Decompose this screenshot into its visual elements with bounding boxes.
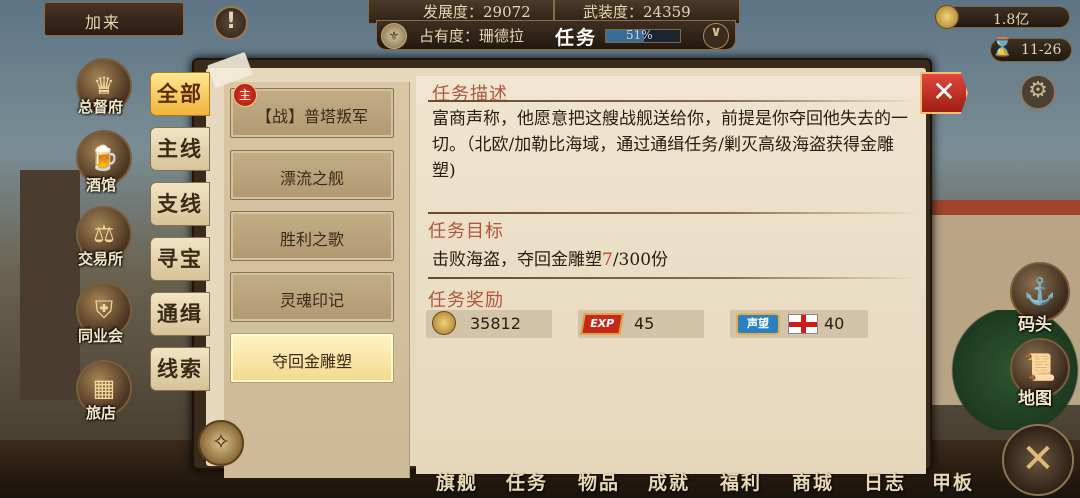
goal-top-divider — [428, 212, 918, 214]
nav-flagship[interactable]: 旗舰 — [436, 468, 478, 495]
tab-side[interactable]: 支线 — [150, 182, 210, 226]
goal-current: 7 — [602, 250, 613, 270]
reward-gold: 35812 — [426, 310, 552, 338]
quest-label: 灵魂印记 — [279, 291, 344, 310]
armament-stat: 武装度：24359 — [583, 3, 691, 21]
tab-main[interactable]: 主线 — [150, 127, 210, 171]
goal-total: /300份 — [612, 250, 669, 270]
compass-icon: ✧ — [198, 420, 244, 466]
tab-wanted[interactable]: 通缉 — [150, 292, 210, 336]
england-flag-icon — [788, 314, 818, 334]
description-title: 任务描述 — [432, 84, 508, 105]
quest-label: 胜利之歌 — [279, 230, 344, 249]
chevron-down-icon[interactable]: ∨ — [703, 23, 729, 49]
nav-items[interactable]: 物品 — [578, 468, 620, 495]
date-box: ⌛ 11-26 — [990, 37, 1072, 62]
guild-label: 同业会 — [78, 327, 124, 345]
city-emblem-icon: ⚜ — [381, 23, 407, 49]
reward-exp: EXP 45 — [578, 310, 704, 338]
exp-icon: EXP — [580, 313, 624, 335]
occupancy-progress: 51% — [605, 28, 681, 43]
quest-item[interactable]: 胜利之歌 — [230, 211, 394, 261]
alert-icon[interactable]: ! — [214, 6, 248, 40]
close-icon[interactable]: ✕ — [920, 72, 968, 114]
map-label: 地图 — [1018, 389, 1052, 409]
building-left — [20, 170, 80, 400]
gold-amount: 1.8亿 — [993, 12, 1030, 28]
nav-log[interactable]: 日志 — [864, 468, 906, 495]
quest-item-selected[interactable]: 夺回金雕塑 — [230, 333, 394, 383]
date-text: 11-26 — [1021, 42, 1062, 58]
description-text: 富商声称，他愿意把这艘战舰送给你，前提是你夺回他失去的一切。（北欧/加勒比海域，… — [432, 109, 908, 181]
goal-text: 击败海盗，夺回金雕塑7/300份 — [432, 245, 668, 270]
quest-item[interactable]: 灵魂印记 — [230, 272, 394, 322]
player-name-box[interactable]: 加来 — [44, 2, 184, 36]
quest-item[interactable]: 主 【战】普塔叛军 — [230, 83, 394, 138]
nav-welfare[interactable]: 福利 — [720, 468, 762, 495]
gold-counter[interactable]: 1.8亿 — [935, 5, 1070, 29]
reward-title: 任务奖励 — [428, 290, 504, 311]
nav-shop[interactable]: 商城 — [792, 468, 834, 495]
quest-label: 漂流之舰 — [279, 169, 344, 188]
reward-exp-value: 45 — [634, 314, 655, 333]
nav-deck[interactable]: 甲板 — [932, 468, 974, 495]
panel-title: 任务 — [555, 27, 598, 49]
gear-icon[interactable]: ⚙ — [1020, 74, 1056, 110]
quest-label: 夺回金雕塑 — [271, 352, 352, 371]
quest-label: 【战】普塔叛军 — [255, 107, 368, 126]
dock-label: 码头 — [1018, 315, 1052, 335]
bottom-nav: 旗舰 任务 物品 成就 福利 商城 日志 甲板 — [420, 468, 990, 498]
swords-menu-button[interactable]: ✕ — [1002, 424, 1074, 496]
reward-fame-value: 40 — [824, 314, 845, 333]
hourglass-icon: ⌛ — [991, 37, 1014, 58]
nav-quests[interactable]: 任务 — [506, 468, 548, 495]
quest-item[interactable]: 漂流之舰 — [230, 150, 394, 200]
nav-achievements[interactable]: 成就 — [648, 468, 690, 495]
gold-coin-icon — [935, 5, 959, 29]
reward-top-divider — [428, 277, 918, 279]
description-divider — [428, 100, 918, 102]
tavern-label: 酒馆 — [86, 176, 117, 194]
occupancy-bar: ⚜ 占有度：珊德拉 任务 51% ∨ — [376, 20, 736, 50]
player-name: 加来 — [85, 13, 122, 32]
goal-title: 任务目标 — [428, 221, 504, 242]
gold-coin-icon — [432, 311, 456, 335]
tab-clues[interactable]: 线索 — [150, 347, 210, 391]
governor-office-label: 总督府 — [78, 98, 124, 116]
tab-treasure[interactable]: 寻宝 — [150, 237, 210, 281]
reward-gold-value: 35812 — [470, 314, 521, 333]
occupancy-progress-text: 51% — [626, 28, 653, 42]
exchange-label: 交易所 — [78, 250, 124, 268]
occupancy-label: 占有度：珊德拉 — [419, 27, 525, 45]
fame-icon: 声望 — [736, 313, 780, 335]
inn-label: 旅店 — [86, 404, 117, 422]
tab-all[interactable]: 全部 — [150, 72, 210, 116]
goal-prefix: 击败海盗，夺回金雕塑 — [432, 250, 602, 270]
reward-fame: 声望 40 — [730, 310, 868, 338]
development-stat: 发展度：29072 — [423, 3, 531, 21]
